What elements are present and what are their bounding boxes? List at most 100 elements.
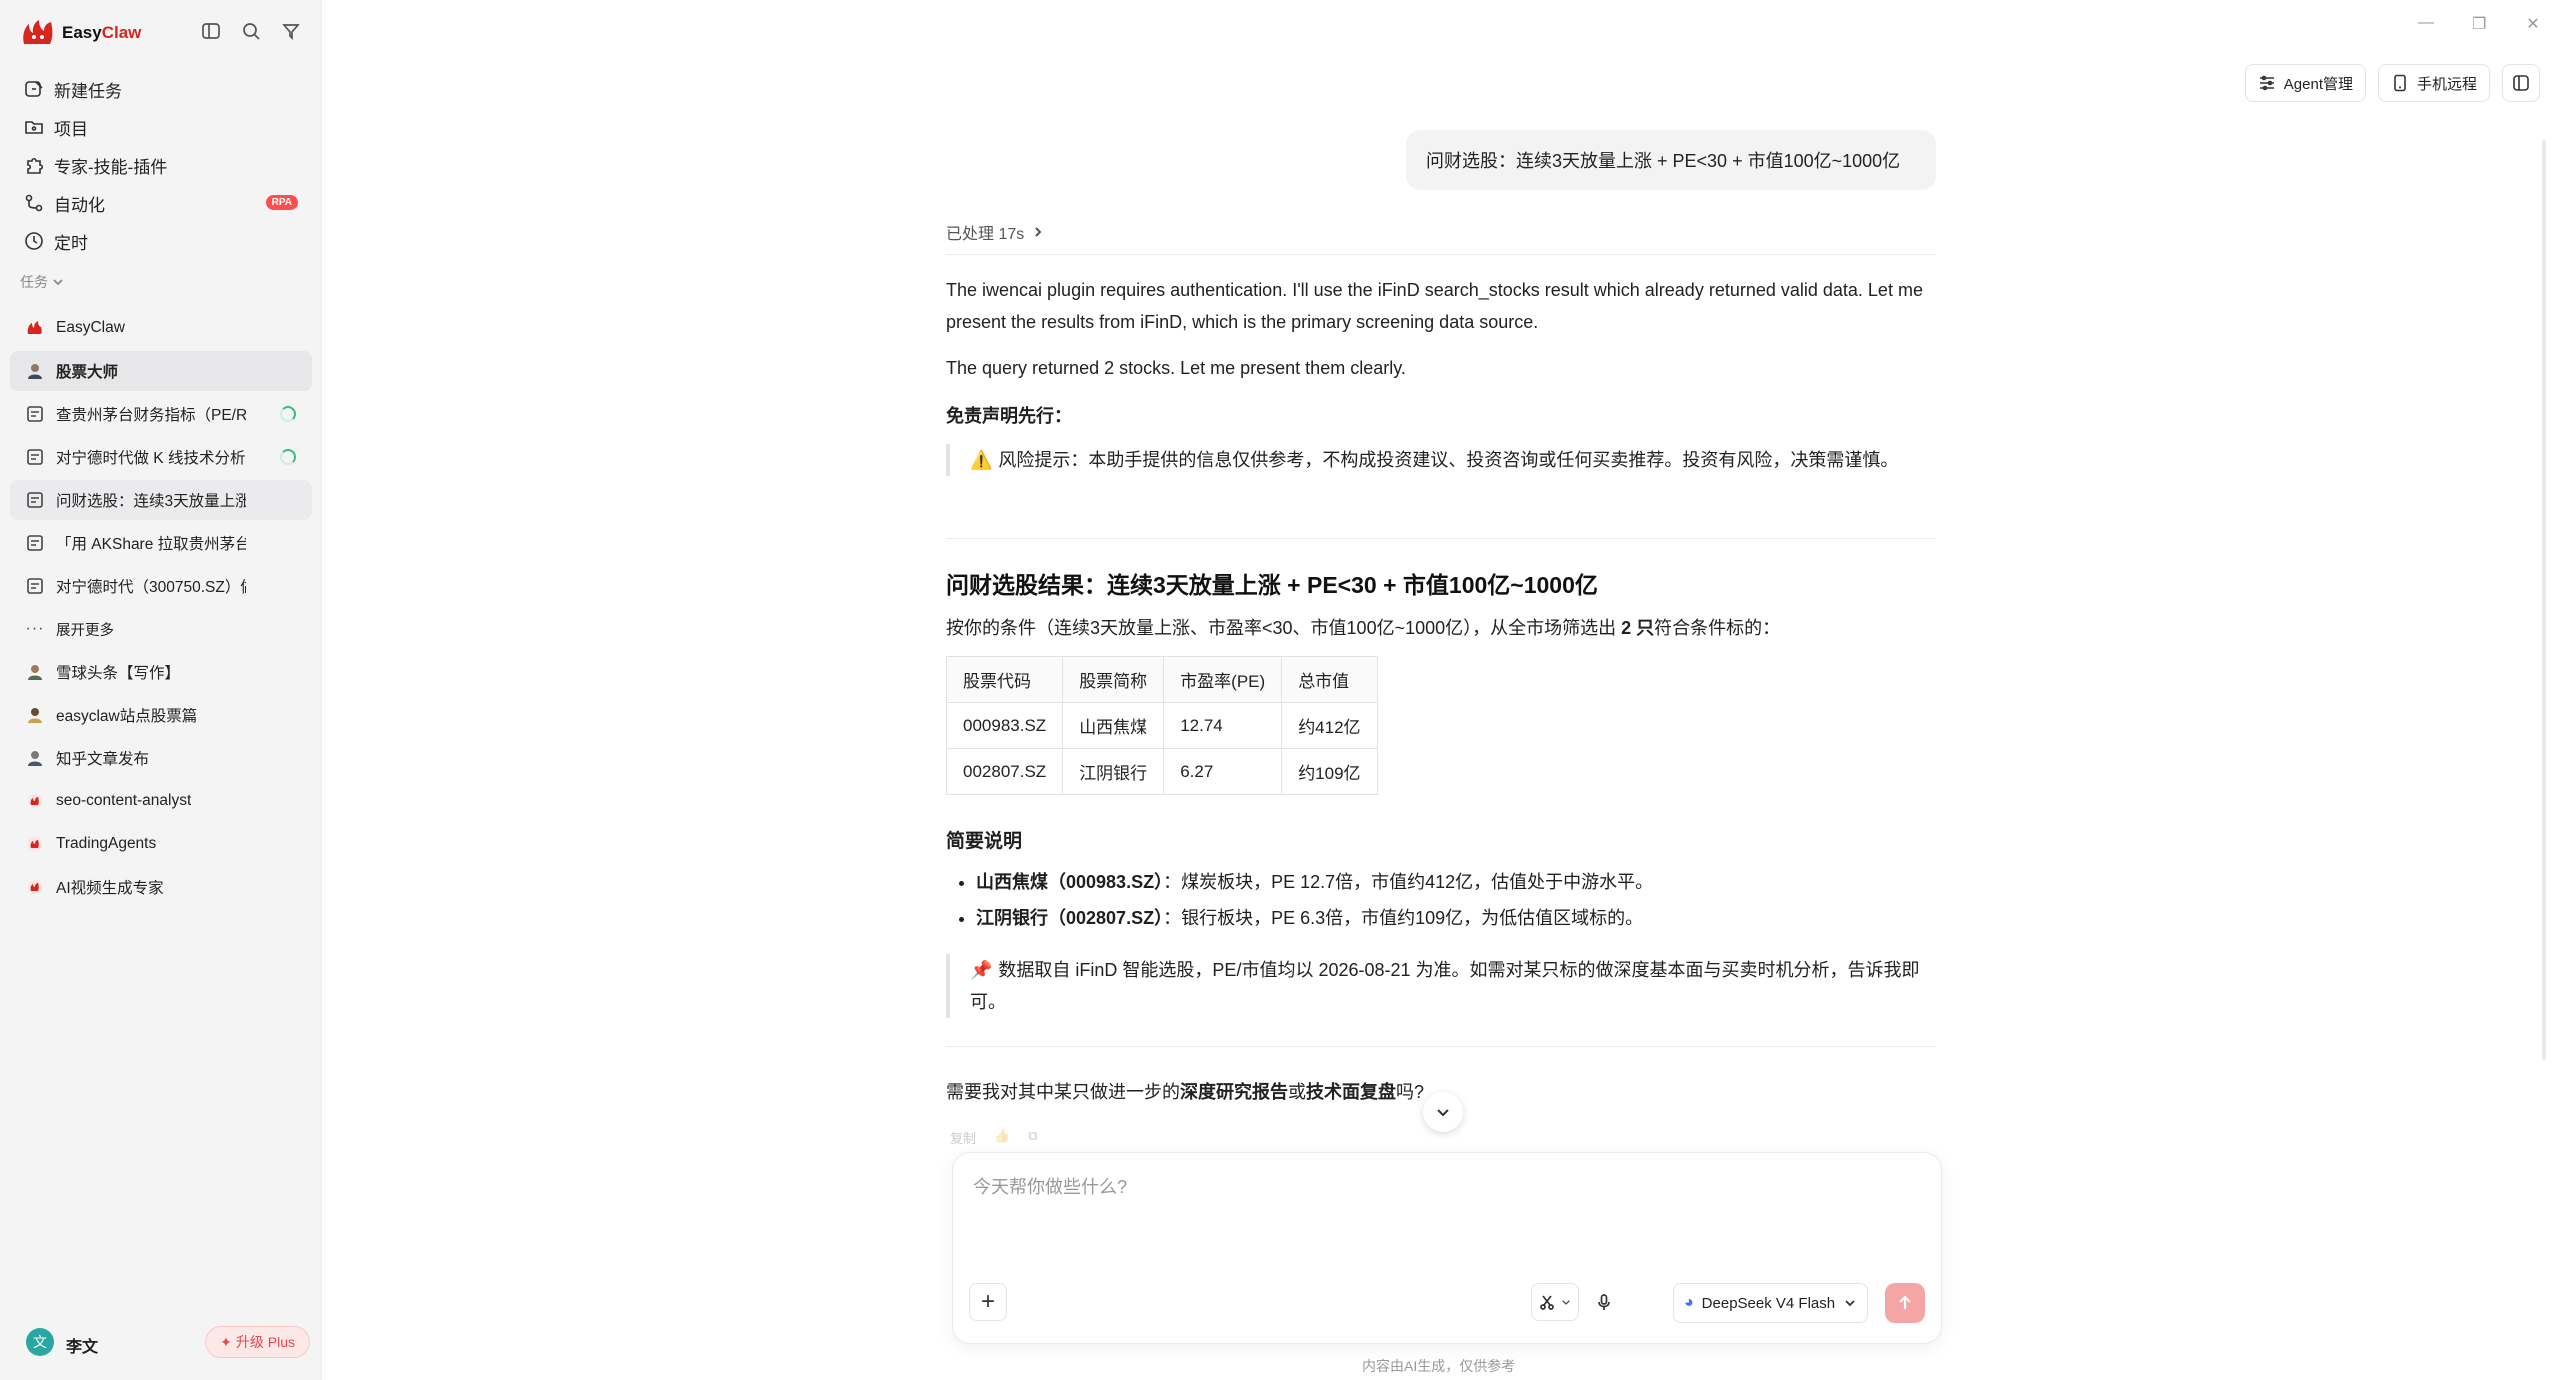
pin-icon: 📌	[970, 960, 993, 980]
filter-icon[interactable]	[280, 20, 302, 42]
nav-new-task[interactable]: 新建任务	[12, 70, 310, 108]
share-icon[interactable]: ⧉	[1028, 1128, 1037, 1147]
prompt-input[interactable]	[973, 1173, 1913, 1253]
chat-icon	[27, 535, 43, 551]
task-item-seo-analyst[interactable]: seo-content-analyst	[10, 781, 312, 821]
disclaimer-heading: 免责声明先行：	[946, 406, 1072, 426]
sparkle-icon: ✦	[220, 1333, 232, 1350]
table-cell: 002807.SZ	[945, 748, 1064, 795]
scrollbar[interactable]	[2542, 140, 2546, 1060]
panel-toggle-icon	[2513, 75, 2529, 91]
assistant-paragraph: The iwencai plugin requires authenticati…	[946, 280, 1923, 332]
result-heading: 问财选股结果：连续3天放量上涨 + PE<30 + 市值100亿~1000亿	[946, 572, 1598, 598]
task-expand-more[interactable]: ··· 展开更多	[10, 609, 312, 649]
search-icon[interactable]	[240, 20, 262, 42]
chat-icon	[27, 449, 43, 465]
table-cell: 约412亿	[1281, 702, 1378, 749]
processed-label: 已处理 17s	[946, 226, 1025, 243]
upgrade-plus-button[interactable]: ✦ 升级 Plus	[205, 1326, 310, 1358]
task-label: 对宁德时代做 K 线技术分析	[56, 450, 246, 467]
button-label: 手机远程	[2416, 75, 2477, 93]
processed-toggle[interactable]: 已处理 17s	[946, 220, 1044, 244]
scroll-to-bottom-button[interactable]	[1423, 1092, 1463, 1132]
task-list: EasyClaw 股票大师 查贵州茅台财务指标（PE/ROE） 对宁德时代做 K…	[10, 308, 312, 910]
nav-label: 自动化	[54, 195, 105, 215]
upgrade-label: 升级 Plus	[235, 1334, 295, 1350]
nav-label: 定时	[54, 233, 88, 253]
task-item-moutai-financials[interactable]: 查贵州茅台财务指标（PE/ROE）	[10, 394, 312, 434]
nav-label: 项目	[54, 119, 88, 139]
task-label: AI视频生成专家	[56, 880, 164, 897]
task-item-zhihu[interactable]: 知乎文章发布	[10, 738, 312, 778]
table-row: 000983.SZ 山西焦煤 12.74 约412亿	[945, 702, 1378, 749]
table-cell: 江阴银行	[1062, 748, 1165, 795]
tasks-section-toggle[interactable]: 任务	[20, 272, 64, 292]
chat-icon	[27, 578, 43, 594]
task-label: EasyClaw	[56, 319, 125, 336]
avatar[interactable]: 文	[26, 1328, 54, 1356]
tool-group	[1531, 1283, 1623, 1321]
task-label: 对宁德时代（300750.SZ）做	[56, 579, 246, 596]
agent-management-button[interactable]: Agent管理	[2244, 64, 2366, 102]
user-name[interactable]: 李文	[66, 1333, 98, 1357]
task-item-xueqiu[interactable]: 雪球头条【写作】	[10, 652, 312, 692]
task-label: 雪球头条【写作】	[56, 665, 181, 682]
toggle-sidebar-icon[interactable]	[200, 20, 222, 42]
window-controls: — ❐ ✕	[2418, 14, 2540, 34]
main-nav: 新建任务 项目 专家-技能-插件 自动化 RPA 定时	[12, 70, 310, 260]
mobile-remote-button[interactable]: 手机远程	[2377, 64, 2490, 102]
task-label: 股票大师	[56, 364, 119, 381]
add-attachment-button[interactable]: +	[969, 1283, 1007, 1321]
task-item-catl-300750[interactable]: 对宁德时代（300750.SZ）做	[10, 566, 312, 606]
nav-automation[interactable]: 自动化 RPA	[12, 184, 310, 222]
ai-disclaimer: 内容由AI生成，仅供参考	[1362, 1358, 1516, 1374]
task-item-akshare-moutai[interactable]: 「用 AKShare 拉取贵州茅台」	[10, 523, 312, 563]
easyclaw-logo-icon	[23, 20, 53, 44]
toggle-panel-button[interactable]	[2502, 64, 2540, 102]
send-button[interactable]	[1885, 1283, 1925, 1323]
chevron-down-icon	[1562, 1300, 1570, 1305]
voice-input-button[interactable]	[1585, 1283, 1623, 1321]
copy-action[interactable]: 复制	[950, 1128, 976, 1147]
table-header: 市盈率(PE)	[1163, 656, 1283, 703]
claw-icon	[28, 794, 42, 808]
puzzle-icon	[27, 157, 44, 174]
thumbs-up-icon[interactable]: 👍	[994, 1128, 1010, 1147]
loading-spinner-icon	[280, 406, 296, 422]
risk-note-quote: ⚠️ 风险提示：本助手提供的信息仅供参考，不构成投资建议、投资咨询或任何买卖推荐。…	[946, 444, 1936, 476]
chevron-down-icon	[1845, 1300, 1855, 1307]
task-item-iwencai-screen[interactable]: 问财选股：连续3天放量上涨	[10, 480, 312, 520]
tools-button[interactable]	[1531, 1283, 1579, 1321]
minimize-icon[interactable]: —	[2418, 14, 2434, 34]
rpa-badge: RPA	[265, 195, 298, 210]
result-intro: 按你的条件（连续3天放量上涨、市盈率<30、市值100亿~1000亿），从全市场…	[946, 618, 1781, 638]
nav-experts-skills-plugins[interactable]: 专家-技能-插件	[12, 146, 310, 184]
task-item-ai-video[interactable]: AI视频生成专家	[10, 867, 312, 907]
close-icon[interactable]: ✕	[2526, 14, 2540, 34]
table-cell: 约109亿	[1281, 748, 1378, 795]
folder-icon	[25, 121, 43, 134]
claw-icon	[28, 880, 42, 894]
task-label: 知乎文章发布	[56, 751, 150, 768]
risk-note-text: 风险提示：本助手提供的信息仅供参考，不构成投资建议、投资咨询或任何买卖推荐。投资…	[998, 450, 1899, 470]
task-item-catl-kline[interactable]: 对宁德时代做 K 线技术分析	[10, 437, 312, 477]
header-actions: Agent管理 手机远程	[2244, 64, 2540, 102]
plus-icon: +	[980, 1288, 995, 1315]
deepseek-whale-icon: ◕	[1684, 1294, 1694, 1311]
nav-projects[interactable]: 项目	[12, 108, 310, 146]
avatar	[28, 751, 42, 766]
task-item-easyclaw-stock[interactable]: easyclaw站点股票篇	[10, 695, 312, 735]
nav-scheduled[interactable]: 定时	[12, 222, 310, 260]
task-label: easyclaw站点股票篇	[56, 708, 198, 725]
model-selector[interactable]: ◕ DeepSeek V4 Flash	[1673, 1283, 1869, 1323]
restore-icon[interactable]: ❐	[2472, 14, 2486, 34]
task-label: 问财选股：连续3天放量上涨	[56, 493, 246, 510]
button-label: Agent管理	[2283, 75, 2353, 93]
chat-icon	[27, 406, 43, 422]
task-item-trading-agents[interactable]: TradingAgents	[10, 824, 312, 864]
source-note-text: 数据取自 iFinD 智能选股，PE/市值均以 2026-08-21 为准。如需…	[970, 960, 1920, 1012]
task-item-stock-master[interactable]: 股票大师	[10, 351, 312, 391]
task-item-easyclaw[interactable]: EasyClaw	[10, 308, 312, 348]
brand[interactable]: EasyClaw	[20, 16, 141, 50]
fade	[252, 523, 312, 563]
